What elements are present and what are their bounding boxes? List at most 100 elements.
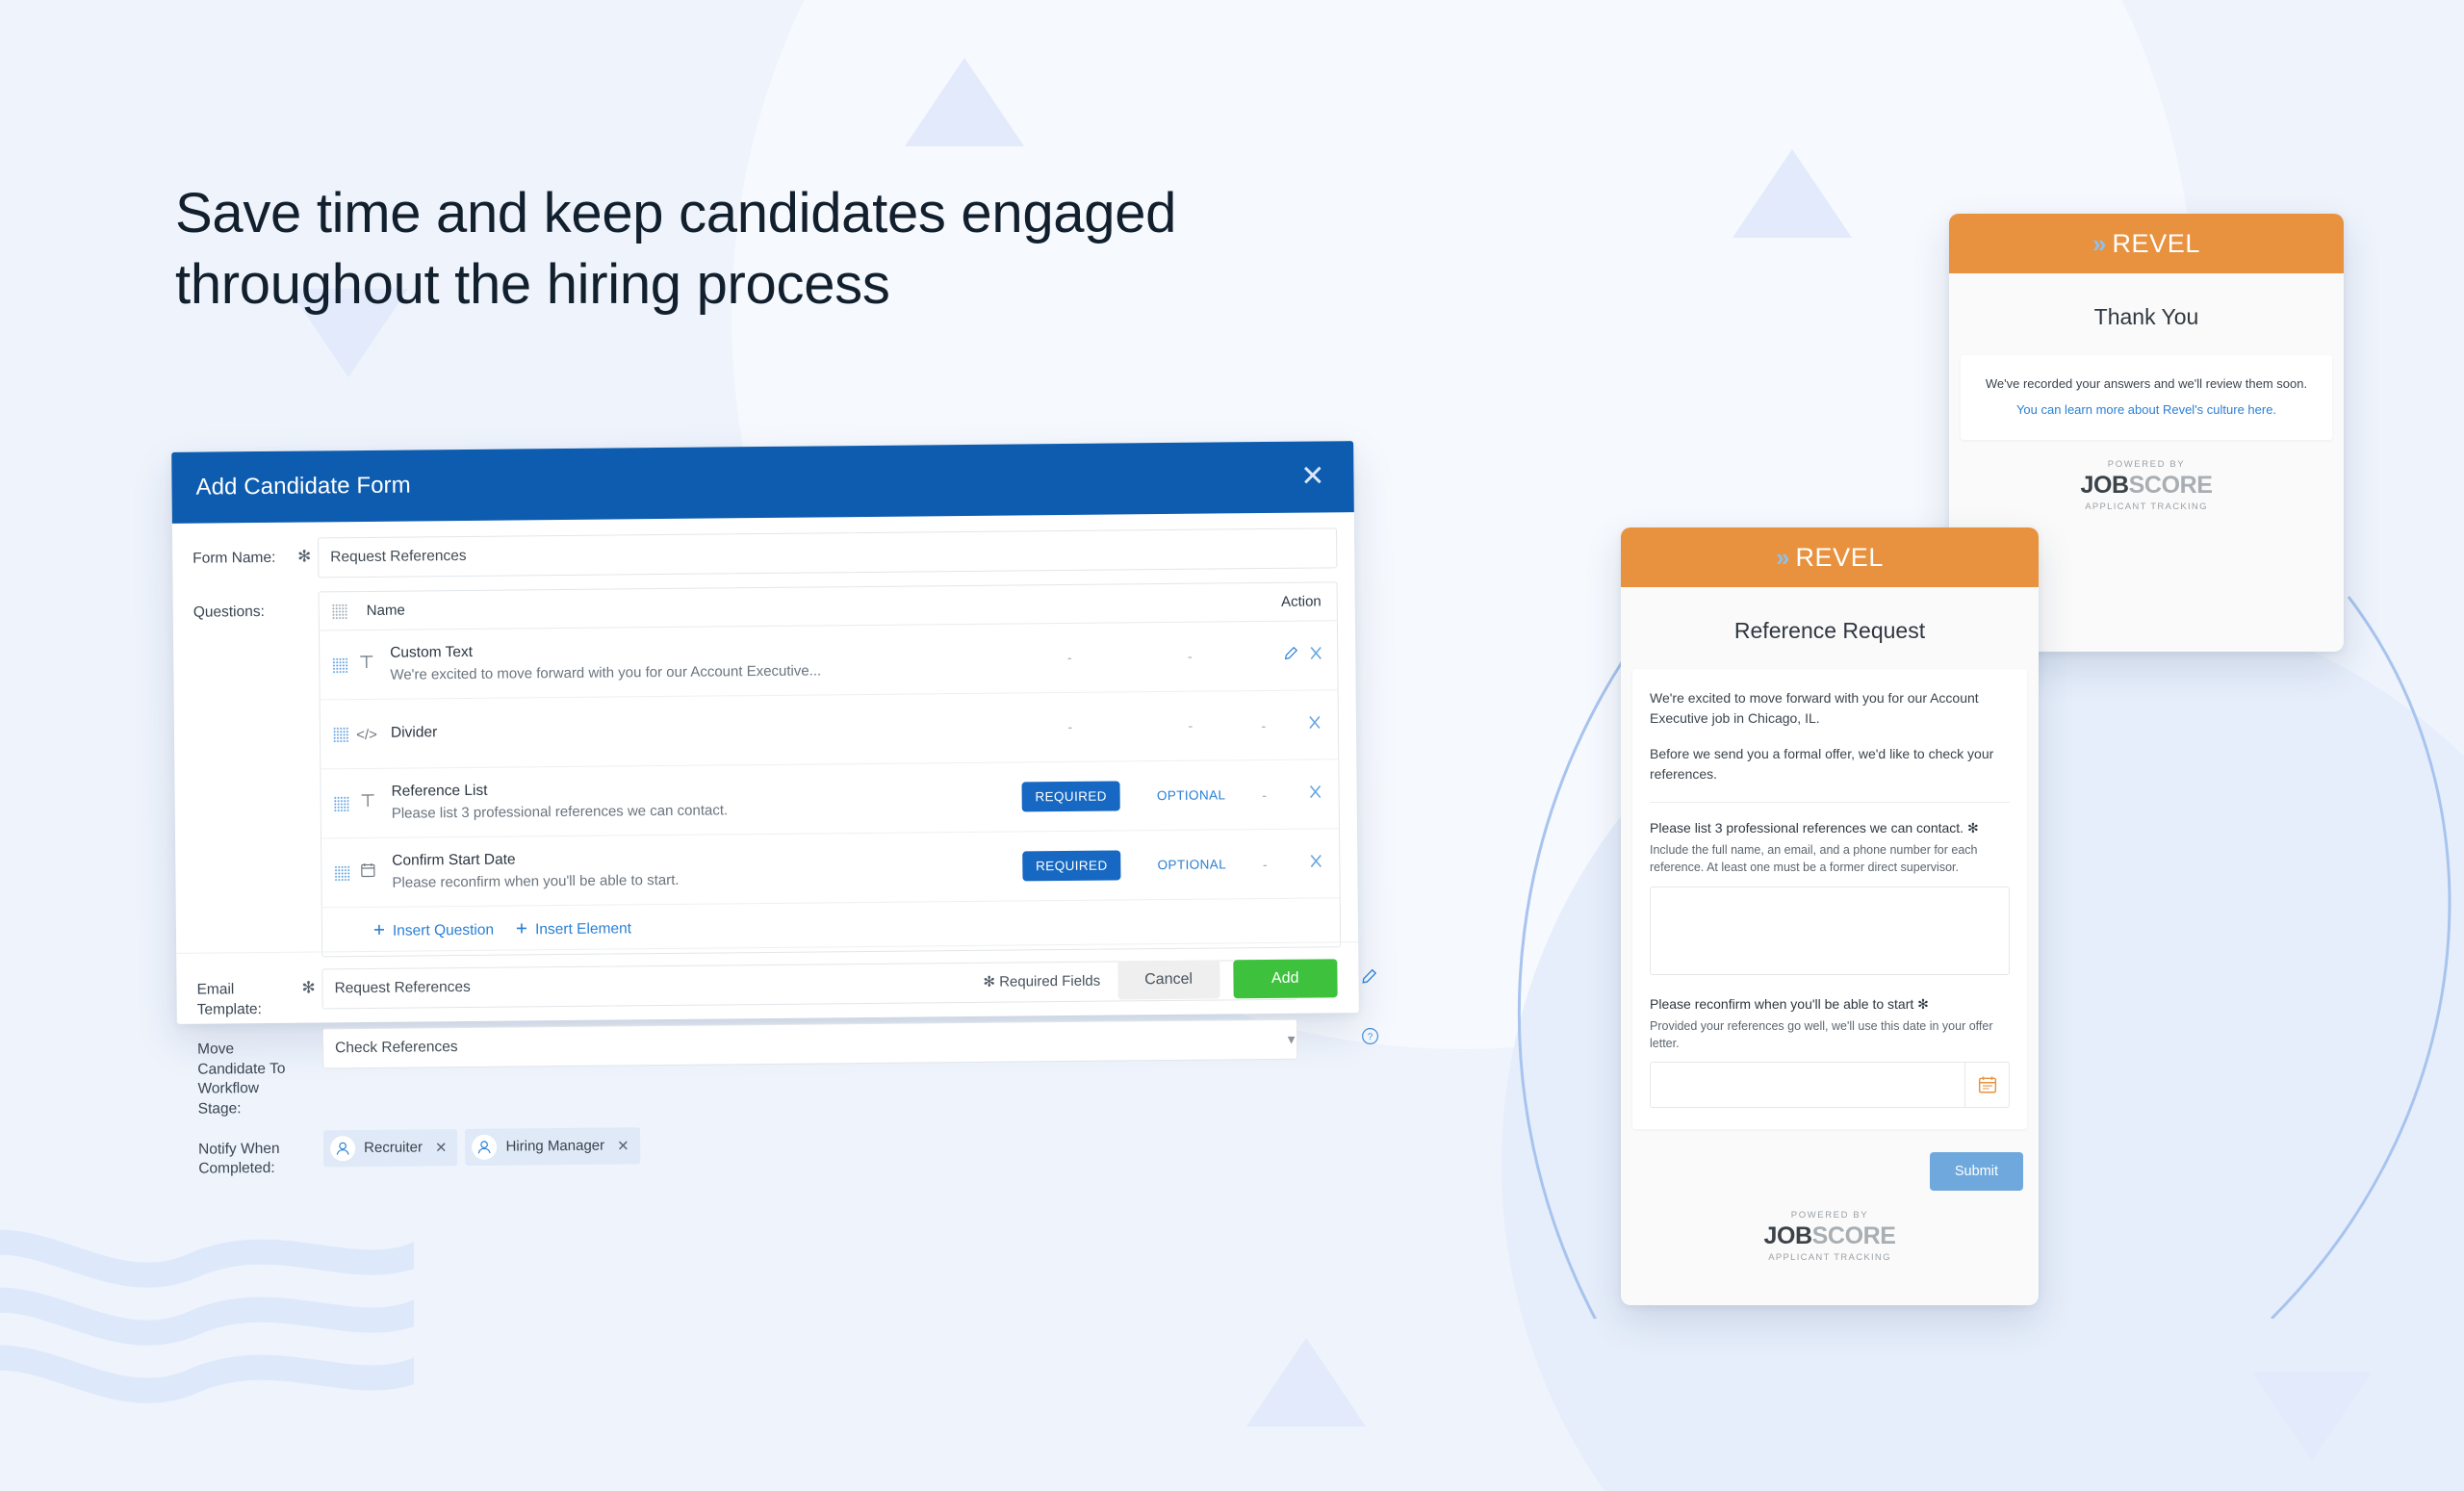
applicant-tracking-label: APPLICANT TRACKING bbox=[1768, 1252, 1891, 1264]
table-row[interactable]: </> Divider - - - bbox=[320, 690, 1339, 770]
notify-spacer bbox=[296, 1128, 323, 1138]
brand-name: REVEL bbox=[2112, 228, 2200, 258]
workflow-stage-value: Check References bbox=[335, 1039, 458, 1057]
drag-grip-icon[interactable] bbox=[333, 795, 349, 811]
thank-you-title: Thank You bbox=[2093, 304, 2199, 329]
close-icon[interactable]: ✕ bbox=[1296, 460, 1328, 492]
plus-icon bbox=[372, 922, 386, 940]
bg-triangle-up-1 bbox=[905, 58, 1024, 146]
double-chevron-icon: » bbox=[1775, 542, 1790, 572]
applicant-tracking-label: APPLICANT TRACKING bbox=[2085, 501, 2208, 512]
row-subtitle: Please reconfirm when you'll be able to … bbox=[392, 872, 680, 892]
page-headline: Save time and keep candidates engaged th… bbox=[175, 182, 1177, 316]
edit-email-template-icon[interactable] bbox=[1354, 967, 1383, 990]
insert-element-label: Insert Element bbox=[534, 920, 632, 938]
optional-button[interactable]: OPTIONAL bbox=[1157, 787, 1226, 803]
card-actions: Submit bbox=[1621, 1129, 2039, 1192]
table-row[interactable]: Reference List Please list 3 professiona… bbox=[321, 759, 1339, 839]
row-required-cell: REQUIRED bbox=[1010, 781, 1133, 812]
logo-score: SCORE bbox=[2128, 471, 2213, 499]
plus-icon bbox=[515, 921, 528, 939]
bg-waves bbox=[0, 1229, 414, 1403]
intro-paragraph-2: Before we send you a formal offer, we'd … bbox=[1650, 746, 1994, 782]
svg-text:?: ? bbox=[1367, 1032, 1373, 1042]
row-name-cell: Divider bbox=[385, 718, 1009, 744]
chip-label: Recruiter bbox=[364, 1139, 424, 1157]
workflow-stage-label: Move Candidate To Workflow Stage: bbox=[197, 1041, 286, 1118]
row-dash-3: - bbox=[1261, 717, 1267, 733]
row-dash-2: - bbox=[1188, 717, 1194, 733]
chip-remove-icon[interactable]: ✕ bbox=[435, 1139, 448, 1156]
row-optional-cell: - bbox=[1132, 717, 1249, 735]
delete-icon[interactable] bbox=[1308, 853, 1323, 873]
delete-icon[interactable] bbox=[1309, 645, 1324, 665]
bg-triangle-up-3 bbox=[1246, 1338, 1366, 1427]
powered-by-label: POWERED BY bbox=[2107, 458, 2186, 470]
drag-grip-icon bbox=[331, 603, 347, 619]
row-name-cell: Confirm Start Date Please reconfirm when… bbox=[386, 845, 1010, 893]
logo-job: JOB bbox=[1763, 1222, 1812, 1250]
insert-question-link[interactable]: Insert Question bbox=[372, 921, 494, 940]
row-dash-1: - bbox=[1066, 649, 1072, 665]
optional-button[interactable]: OPTIONAL bbox=[1158, 857, 1227, 872]
notify-row: Notify When Completed: Recruiter ✕ Hirin… bbox=[198, 1118, 1343, 1180]
insert-element-link[interactable]: Insert Element bbox=[515, 920, 631, 939]
modal-body: Form Name: ✻ Request References Question… bbox=[172, 512, 1378, 1180]
delete-icon[interactable] bbox=[1307, 714, 1322, 734]
modal-header: Add Candidate Form ✕ bbox=[171, 441, 1354, 524]
person-icon bbox=[330, 1135, 356, 1162]
logo-score: SCORE bbox=[1811, 1222, 1896, 1250]
drag-grip-icon[interactable] bbox=[332, 656, 348, 673]
column-header-name: Name bbox=[366, 602, 405, 619]
add-candidate-form-modal: Add Candidate Form ✕ Form Name: ✻ Reques… bbox=[171, 441, 1378, 1177]
row-subtitle: We're excited to move forward with you f… bbox=[390, 662, 822, 684]
row-required-cell: - bbox=[1008, 649, 1131, 667]
add-button[interactable]: Add bbox=[1232, 958, 1338, 998]
submit-button[interactable]: Submit bbox=[1929, 1152, 2023, 1192]
required-fields-label: Required Fields bbox=[999, 972, 1101, 990]
workflow-stage-select[interactable]: Check References bbox=[321, 1018, 1298, 1069]
row-subtitle: Please list 3 professional references we… bbox=[391, 802, 729, 823]
references-textarea[interactable] bbox=[1650, 886, 2010, 975]
help-icon[interactable]: ? bbox=[1355, 1027, 1384, 1050]
delete-icon[interactable] bbox=[1308, 784, 1323, 804]
row-title: Divider bbox=[390, 724, 438, 741]
questions-spacer bbox=[292, 591, 319, 601]
grip-column-header bbox=[331, 603, 361, 619]
chevron-down-icon[interactable]: ▼ bbox=[1285, 1032, 1297, 1046]
cancel-button[interactable]: Cancel bbox=[1117, 959, 1220, 999]
calendar-icon[interactable] bbox=[1964, 1063, 2009, 1108]
form-name-input[interactable]: Request References bbox=[318, 527, 1338, 578]
bg-triangle-down-2 bbox=[2252, 1372, 2372, 1460]
drag-grip-icon[interactable] bbox=[332, 726, 349, 742]
table-row[interactable]: Confirm Start Date Please reconfirm when… bbox=[321, 829, 1340, 909]
required-fields-note: ✻ Required Fields bbox=[983, 971, 1100, 990]
divider bbox=[1650, 802, 2010, 803]
drag-grip-icon[interactable] bbox=[334, 864, 350, 881]
reference-request-panel: We're excited to move forward with you f… bbox=[1632, 669, 2027, 1130]
culture-link[interactable]: You can learn more about Revel's culture… bbox=[2016, 402, 2276, 417]
start-date-question-label: Please reconfirm when you'll be able to … bbox=[1650, 995, 1929, 1012]
start-date-input[interactable] bbox=[1651, 1063, 1964, 1108]
table-row[interactable]: Custom Text We're excited to move forwar… bbox=[319, 621, 1338, 701]
text-icon bbox=[347, 654, 384, 676]
calendar-icon bbox=[349, 861, 386, 883]
double-chevron-icon: » bbox=[2092, 228, 2107, 258]
start-date-field[interactable] bbox=[1650, 1062, 2010, 1109]
page-root: Save time and keep candidates engaged th… bbox=[0, 0, 2464, 1491]
chip-recruiter[interactable]: Recruiter ✕ bbox=[322, 1128, 458, 1168]
edit-icon[interactable] bbox=[1283, 646, 1298, 666]
person-icon bbox=[472, 1134, 498, 1160]
chip-hiring-manager[interactable]: Hiring Manager ✕ bbox=[465, 1126, 640, 1166]
chip-remove-icon[interactable]: ✕ bbox=[617, 1137, 629, 1154]
required-button[interactable]: REQUIRED bbox=[1021, 781, 1121, 812]
jobscore-logo: JOBSCORE bbox=[1949, 472, 2344, 500]
code-icon: </> bbox=[356, 726, 377, 743]
references-question-label: Please list 3 professional references we… bbox=[1650, 820, 1979, 835]
row-dash-2: - bbox=[1187, 648, 1193, 664]
logo-job: JOB bbox=[2080, 471, 2129, 499]
required-button[interactable]: REQUIRED bbox=[1021, 850, 1121, 882]
jobscore-logo: JOBSCORE bbox=[1621, 1222, 2039, 1250]
jobscore-footer: POWERED BY JOBSCORE APPLICANT TRACKING bbox=[1949, 440, 2344, 535]
workflow-stage-row: Move Candidate To Workflow Stage: Check … bbox=[197, 1018, 1378, 1119]
